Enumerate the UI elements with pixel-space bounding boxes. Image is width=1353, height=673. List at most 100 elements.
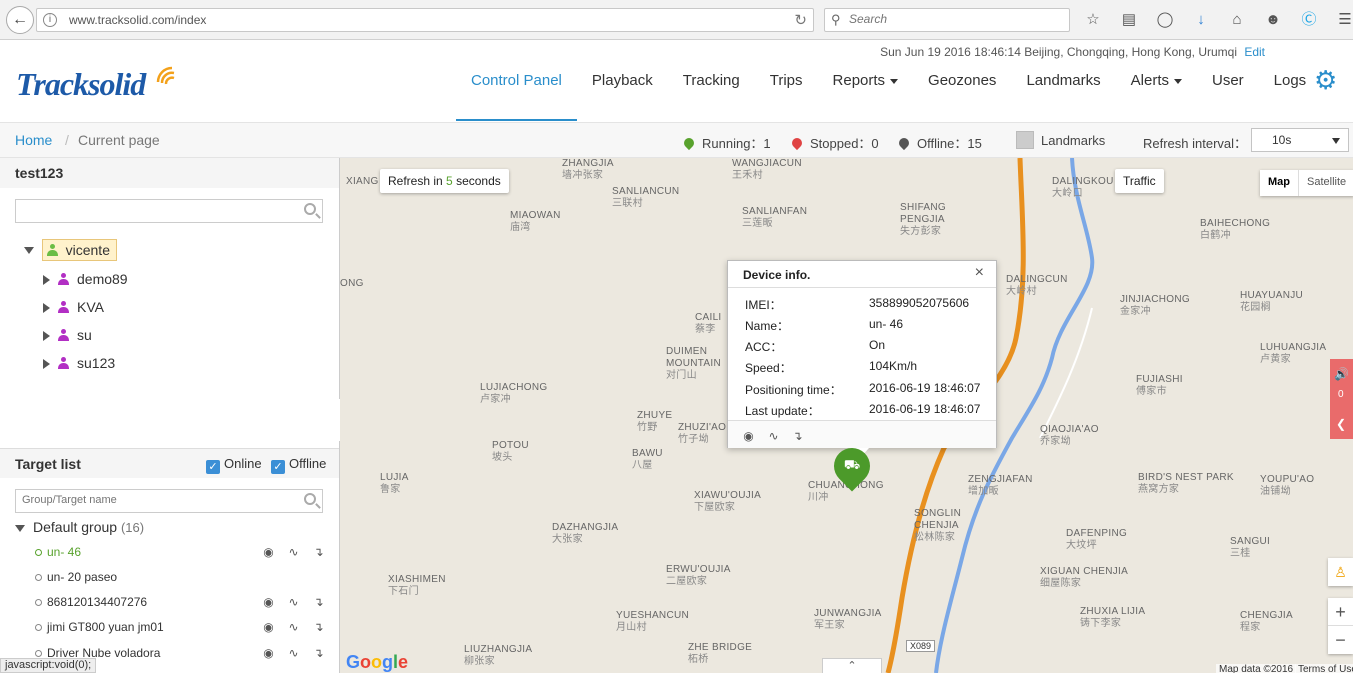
target-name[interactable]: un- 20 paseo <box>47 570 117 584</box>
pocket-icon[interactable]: ◯ <box>1152 8 1178 32</box>
info-icon[interactable]: i <box>43 13 57 27</box>
chevron-left-icon[interactable]: ❮ <box>1336 417 1346 431</box>
playback-icon[interactable]: ↴ <box>312 646 325 660</box>
online-checkbox[interactable]: ✓ Online <box>206 456 262 474</box>
playback-icon[interactable]: ↴ <box>312 595 325 609</box>
place-en: WANGJIACUN <box>732 158 802 169</box>
address-bar[interactable]: i www.tracksolid.com/index ↻ <box>36 8 814 32</box>
binoculars-icon[interactable]: ◉ <box>262 646 275 660</box>
tracksolid-logo[interactable]: Tracksolid <box>16 56 192 104</box>
search-icon[interactable] <box>304 493 316 505</box>
nav-alerts[interactable]: Alerts <box>1116 60 1197 121</box>
traffic-button[interactable]: Traffic <box>1115 169 1164 193</box>
account-search-input[interactable] <box>15 199 323 223</box>
breadcrumb-home[interactable]: Home <box>15 132 52 148</box>
browser-search-box[interactable]: ⚲ <box>824 8 1070 32</box>
nav-geozones[interactable]: Geozones <box>913 60 1011 121</box>
place-en: CAILI <box>695 312 722 323</box>
nav-trips[interactable]: Trips <box>755 60 818 121</box>
tree-child-su123[interactable]: su123 <box>43 355 115 375</box>
map-type-satellite-button[interactable]: Satellite <box>1298 170 1353 196</box>
target-search-input[interactable] <box>22 494 292 506</box>
expand-right-icon[interactable] <box>43 275 50 286</box>
target-name[interactable]: 868120134407276 <box>47 595 147 609</box>
nav-user[interactable]: User <box>1197 60 1259 121</box>
zoom-in-button[interactable]: + <box>1328 598 1353 626</box>
place-en: XIANG <box>346 176 379 187</box>
tree-child-demo89[interactable]: demo89 <box>43 271 128 291</box>
landmarks-checkbox[interactable] <box>1016 131 1034 149</box>
search-icon[interactable] <box>304 203 316 215</box>
tree-root-vicente[interactable]: vicente <box>24 239 117 261</box>
expand-down-icon[interactable] <box>15 524 25 532</box>
nav-control-panel[interactable]: Control Panel <box>456 60 577 121</box>
reading-list-icon[interactable]: ▤ <box>1116 8 1142 32</box>
nav-tracking[interactable]: Tracking <box>668 60 755 121</box>
edit-timezone-link[interactable]: Edit <box>1244 45 1265 59</box>
logo-main: Track <box>16 66 89 102</box>
track-icon[interactable]: ∿ <box>767 429 780 443</box>
refresh-interval-select[interactable]: 10s <box>1251 128 1349 152</box>
nav-logs[interactable]: Logs <box>1259 60 1322 121</box>
nav-reports[interactable]: Reports <box>818 60 914 121</box>
binoculars-icon[interactable]: ◉ <box>262 595 275 609</box>
tree-child-su[interactable]: su <box>43 327 92 347</box>
back-arrow-icon[interactable]: ← <box>6 6 34 34</box>
terms-link[interactable]: Terms of Use <box>1295 664 1353 673</box>
info-row-last-update: Last update： 2016-06-19 18:46:07 <box>745 402 980 419</box>
alert-side-tab[interactable]: 🔊 0 ❮ <box>1330 359 1353 439</box>
place-label: DUIMEN MOUNTAIN 对门山 <box>666 346 726 382</box>
reload-icon[interactable]: ↻ <box>794 11 807 29</box>
close-icon[interactable]: × <box>975 264 984 282</box>
group-default[interactable]: Default group (16) <box>15 519 144 535</box>
home-icon[interactable]: ⌂ <box>1224 8 1250 32</box>
track-icon[interactable]: ∿ <box>287 646 300 660</box>
nav-landmarks[interactable]: Landmarks <box>1011 60 1115 121</box>
target-name[interactable]: un- 46 <box>47 545 81 559</box>
download-icon[interactable]: ↓ <box>1188 8 1214 32</box>
speaker-icon[interactable]: 🔊 <box>1334 367 1349 381</box>
target-row[interactable]: un- 20 paseo <box>35 570 325 590</box>
chat-icon[interactable]: ☻ <box>1260 8 1286 32</box>
offline-count[interactable]: Offline：15 <box>896 133 982 152</box>
expand-right-icon[interactable] <box>43 331 50 342</box>
running-count[interactable]: Running：1 <box>681 133 771 152</box>
browser-search-input[interactable] <box>849 12 1049 26</box>
playback-icon[interactable]: ↴ <box>312 545 325 559</box>
zoom-out-button[interactable]: − <box>1328 626 1353 654</box>
place-label: SHIFANG PENGJIA 失方彭家 <box>900 202 960 238</box>
expand-bottom-button[interactable]: ⌃ <box>822 658 882 673</box>
place-cn: 铸下李家 <box>1080 618 1122 629</box>
target-search-box[interactable] <box>15 489 323 513</box>
expand-right-icon[interactable] <box>43 359 50 370</box>
offline-checkbox[interactable]: ✓ Offline <box>271 456 326 474</box>
tree-child-kva[interactable]: KVA <box>43 299 104 319</box>
skype-icon[interactable]: Ⓒ <box>1296 8 1322 32</box>
settings-gear-icon[interactable]: ⚙ <box>1314 66 1337 94</box>
binoculars-icon[interactable]: ◉ <box>262 620 275 634</box>
root-account-label[interactable]: vicente <box>41 239 117 261</box>
map-type-map-button[interactable]: Map <box>1260 170 1298 196</box>
track-icon[interactable]: ∿ <box>287 545 300 559</box>
track-icon[interactable]: ∿ <box>287 595 300 609</box>
target-row[interactable]: un- 46 ◉ ∿ ↴ <box>35 545 325 565</box>
place-label: WANGJIACUN 王禾村 <box>732 158 802 182</box>
target-row[interactable]: 868120134407276 ◉ ∿ ↴ <box>35 595 325 615</box>
target-name[interactable]: jimi GT800 yuan jm01 <box>47 620 164 634</box>
star-icon[interactable]: ☆ <box>1080 8 1106 32</box>
binoculars-icon[interactable]: ◉ <box>262 545 275 559</box>
nav-playback[interactable]: Playback <box>577 60 668 121</box>
menu-icon[interactable]: ☰ <box>1332 8 1353 32</box>
url-text[interactable]: www.tracksolid.com/index <box>69 13 206 27</box>
pegman-icon[interactable]: ♙ <box>1328 558 1353 586</box>
track-icon[interactable]: ∿ <box>287 620 300 634</box>
playback-icon[interactable]: ↴ <box>791 429 804 443</box>
main-nav: Control Panel Playback Tracking Trips Re… <box>456 60 1321 121</box>
playback-icon[interactable]: ↴ <box>312 620 325 634</box>
expand-down-icon[interactable] <box>24 246 34 254</box>
target-row[interactable]: jimi GT800 yuan jm01 ◉ ∿ ↴ <box>35 620 325 640</box>
expand-right-icon[interactable] <box>43 303 50 314</box>
map-canvas[interactable]: ZHANGJIA 墙冲张家 WANGJIACUN 王禾村 SANLIANCUN 三联村… <box>340 158 1353 673</box>
binoculars-icon[interactable]: ◉ <box>742 429 755 443</box>
stopped-count[interactable]: Stopped：0 <box>789 133 879 152</box>
